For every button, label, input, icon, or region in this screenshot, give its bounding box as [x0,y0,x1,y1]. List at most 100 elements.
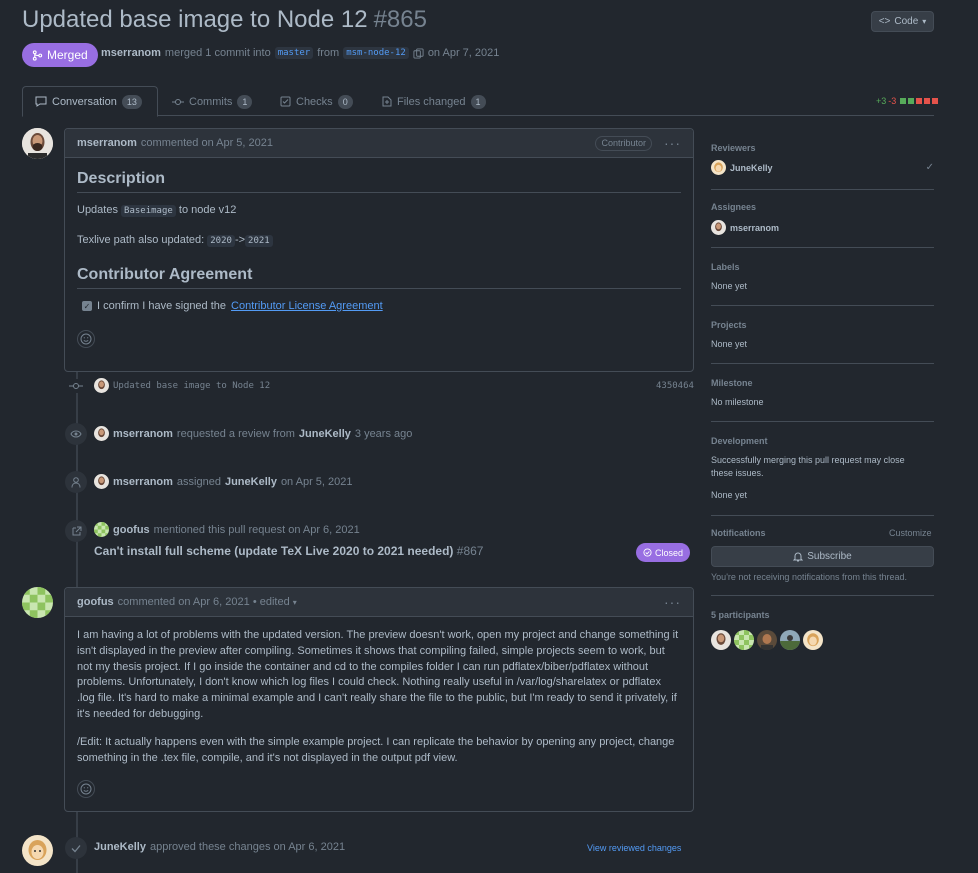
avatar[interactable] [94,426,109,441]
pr-title: Updated base image to Node 12 #865 [22,6,427,34]
target-link[interactable]: JuneKelly [225,476,277,488]
divider [711,247,934,248]
diffstat-block [924,98,931,104]
comment-header: mserranom commented on Apr 5, 2021 Contr… [65,129,693,158]
event-text: assigned [176,475,221,488]
projects-heading[interactable]: Projects [711,320,934,330]
actor-link[interactable]: JuneKelly [94,841,146,853]
comment-meta[interactable]: commented on Apr 6, 2021 • edited [118,596,290,608]
subscribe-button[interactable]: Subscribe [711,546,934,567]
assignee-name[interactable]: mserranom [730,223,779,233]
tab-conversation[interactable]: Conversation 13 [22,86,158,117]
text: Updates [77,204,118,216]
event-text[interactable]: mentioned this pull request on Apr 6, 20… [154,524,360,536]
chevron-down-icon[interactable]: ▾ [293,598,297,607]
participant-avatar[interactable] [757,630,777,650]
assignee-item: mserranom [711,220,934,235]
copy-icon[interactable] [413,47,424,59]
text: -> [234,233,246,246]
text: Texlive path also updated: [77,233,205,246]
labels-value: None yet [711,281,748,291]
tab-files-changed[interactable]: Files changed 1 [370,86,498,117]
participants-list [711,630,823,650]
tab-counter: 1 [237,94,253,109]
diffstat-block [916,98,923,104]
labels-heading[interactable]: Labels [711,262,934,272]
tab-counter: 1 [470,94,486,109]
avatar[interactable] [711,220,726,235]
contributor-badge: Contributor [595,135,652,151]
texlive-line: Texlive path also updated: 2020 -> 2021 [77,233,681,250]
participant-avatar[interactable] [780,630,800,650]
person-icon [65,471,87,493]
reviewer-name[interactable]: JuneKelly [730,163,773,173]
comment-author[interactable]: mserranom [77,137,137,149]
issue-number[interactable]: #867 [457,544,484,558]
add-reaction-button[interactable] [77,780,95,799]
development-heading[interactable]: Development [711,436,934,446]
checklist-icon [280,96,291,107]
customize-link[interactable]: Customize [889,528,932,538]
kebab-menu-icon[interactable]: ··· [664,135,681,151]
check-icon [65,837,87,859]
check-icon: ✓ [925,162,934,173]
target-link[interactable]: JuneKelly [299,428,351,440]
actor-link[interactable]: goofus [113,524,150,536]
actor-link[interactable]: mserranom [113,428,173,440]
milestone-heading[interactable]: Milestone [711,378,934,388]
view-reviewed-changes-link[interactable]: View reviewed changes [587,843,681,853]
subscribe-label: Subscribe [807,551,852,562]
avatar[interactable] [22,128,53,159]
pr-meta: mserranom merged 1 commit into master fr… [101,47,499,59]
development-text: Successfully merging this pull request m… [711,455,905,478]
add-reaction-button[interactable] [77,330,95,349]
comment-paragraph: I am having a lot of problems with the u… [77,629,679,720]
tab-checks[interactable]: Checks 0 [268,86,365,117]
comment-meta[interactable]: commented on Apr 5, 2021 [141,137,273,149]
avatar[interactable] [22,587,53,618]
tab-label: Conversation [52,95,117,108]
avatar[interactable] [94,522,109,537]
reviewers-heading[interactable]: Reviewers [711,143,934,153]
avatar[interactable] [22,835,53,866]
avatar[interactable] [711,160,726,175]
issue-title-link[interactable]: Can't install full scheme (update TeX Li… [94,544,453,558]
actor-link[interactable]: mserranom [113,476,173,488]
meta-date: on Apr 7, 2021 [427,47,500,59]
cla-link[interactable]: Contributor License Agreement [231,299,383,315]
avatar[interactable] [94,474,109,489]
comment-box: mserranom commented on Apr 5, 2021 Contr… [64,128,694,372]
code-button-label: Code [894,16,919,27]
participant-avatar[interactable] [803,630,823,650]
base-branch[interactable]: master [274,47,314,59]
participant-avatar[interactable] [734,630,754,650]
description-line: Updates Baseimage to node v12 [77,203,681,220]
avatar[interactable] [94,378,109,393]
checkbox[interactable]: ✓ [82,301,92,312]
commit-sha[interactable]: 4350464 [656,381,694,391]
agreement-heading: Contributor Agreement [77,266,681,289]
closed-label: Closed [655,547,684,558]
divider [711,515,934,516]
diffstat-block [900,98,907,104]
notifications-text: You're not receiving notifications from … [711,572,907,582]
event-time[interactable]: 3 years ago [355,428,412,440]
pr-author-link[interactable]: mserranom [101,47,161,59]
event-text[interactable]: approved these changes on Apr 6, 2021 [150,841,345,853]
assignees-heading[interactable]: Assignees [711,202,934,212]
tab-commits[interactable]: Commits 1 [160,86,264,117]
participant-avatar[interactable] [711,630,731,650]
text: I confirm I have signed the [97,299,227,312]
comment-paragraph: /Edit: It actually happens even with the… [77,735,675,764]
eye-icon [65,423,87,445]
code-button[interactable]: <> Code ▾ [871,11,934,32]
projects-value: None yet [711,339,748,349]
diffstat: +3 -3 [876,96,939,106]
inline-code: 2021 [245,234,273,247]
kebab-menu-icon[interactable]: ··· [664,594,681,610]
head-branch[interactable]: msm-node-12 [343,47,409,59]
event-time[interactable]: on Apr 5, 2021 [281,476,353,488]
commit-message[interactable]: Updated base image to Node 12 [113,381,270,391]
tab-counter: 0 [337,94,353,109]
comment-author[interactable]: goofus [77,596,114,608]
